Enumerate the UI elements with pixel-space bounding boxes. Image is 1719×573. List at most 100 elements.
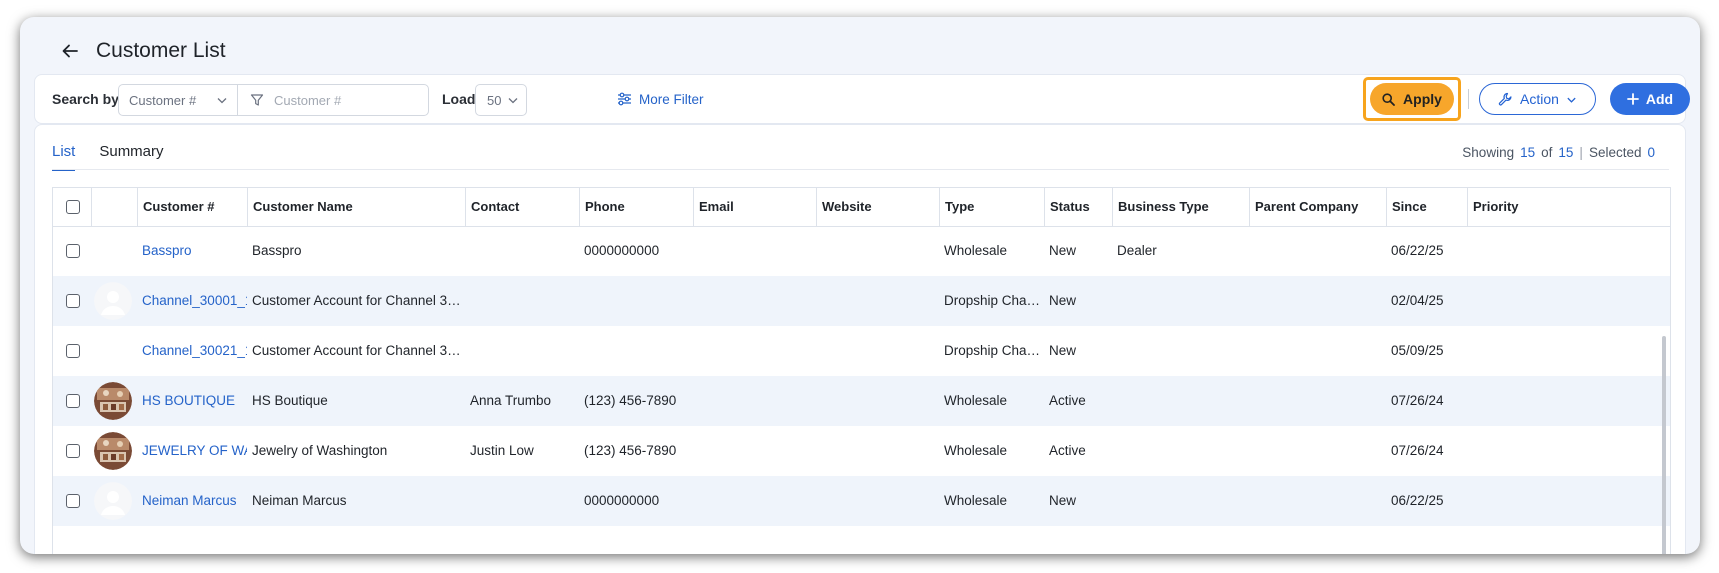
cell-email bbox=[693, 476, 816, 526]
record-counts: Showing 15 of 15 | Selected 0 bbox=[1462, 145, 1655, 160]
cell-website bbox=[816, 326, 939, 376]
chevron-down-icon bbox=[1567, 97, 1576, 103]
sliders-icon bbox=[618, 92, 631, 106]
customer-number-link[interactable]: Neiman Marcus bbox=[137, 476, 247, 526]
cell-status: New bbox=[1049, 293, 1077, 308]
customer-number-link[interactable]: Channel_30021_1C bbox=[137, 326, 247, 376]
customer-number-link[interactable]: Basspro bbox=[137, 226, 247, 276]
avatar-placeholder-icon bbox=[94, 282, 132, 320]
cell-email bbox=[693, 226, 816, 276]
column-header-phone[interactable]: Phone bbox=[579, 188, 693, 226]
row-checkbox[interactable] bbox=[66, 494, 80, 508]
avatar-placeholder-icon bbox=[94, 482, 132, 520]
load-select[interactable]: 50 bbox=[475, 84, 527, 116]
row-checkbox[interactable] bbox=[66, 344, 80, 358]
showing-count: 15 bbox=[1520, 145, 1536, 160]
header-avatar-cell bbox=[91, 188, 137, 226]
cell-contact: Justin Low bbox=[470, 443, 534, 458]
cell-priority bbox=[1467, 376, 1533, 426]
cell-business-type bbox=[1112, 476, 1249, 526]
cell-customer-name: Neiman Marcus bbox=[252, 493, 347, 508]
cell-phone: 0000000000 bbox=[584, 243, 660, 258]
tab-divider bbox=[52, 169, 1669, 170]
column-header-contact[interactable]: Contact bbox=[465, 188, 579, 226]
cell-since: 02/04/25 bbox=[1391, 293, 1444, 308]
apply-button[interactable]: Apply bbox=[1370, 83, 1454, 115]
table-header: Customer # Customer Name Contact Phone Email… bbox=[53, 188, 1670, 227]
cell-type: Wholesale bbox=[944, 493, 1008, 508]
cell-email bbox=[693, 426, 816, 476]
cell-business-type bbox=[1112, 326, 1249, 376]
cell-customer-name: Customer Account for Channel 300... bbox=[252, 343, 465, 358]
column-header-email[interactable]: Email bbox=[693, 188, 816, 226]
cell-website bbox=[816, 276, 939, 326]
cell-contact: Anna Trumbo bbox=[470, 393, 552, 408]
toolbar-divider bbox=[1468, 89, 1469, 109]
select-all-checkbox[interactable] bbox=[66, 200, 80, 214]
customer-table: Customer # Customer Name Contact Phone Email… bbox=[52, 187, 1671, 554]
column-header-customer-no[interactable]: Customer # bbox=[137, 188, 247, 226]
cell-website bbox=[816, 376, 939, 426]
total-count: 15 bbox=[1558, 145, 1574, 160]
cell-contact bbox=[465, 476, 579, 526]
tab-summary[interactable]: Summary bbox=[99, 143, 163, 171]
cell-business-type bbox=[1112, 426, 1249, 476]
cell-parent-company bbox=[1249, 426, 1386, 476]
cell-parent-company bbox=[1249, 376, 1386, 426]
more-filter-button[interactable]: More Filter bbox=[617, 75, 704, 123]
table-row[interactable]: JEWELRY OF WA Jewelry of Washington Justin… bbox=[53, 426, 1670, 476]
cell-priority bbox=[1467, 326, 1533, 376]
row-checkbox[interactable] bbox=[66, 244, 80, 258]
cell-business-type bbox=[1112, 276, 1249, 326]
cell-phone bbox=[579, 326, 693, 376]
column-header-since[interactable]: Since bbox=[1386, 188, 1467, 226]
row-checkbox[interactable] bbox=[66, 444, 80, 458]
customer-number-link[interactable]: Channel_30001_1C bbox=[137, 276, 247, 326]
table-row[interactable]: Neiman Marcus Neiman Marcus 0000000000 Whol… bbox=[53, 476, 1670, 526]
customer-photo bbox=[94, 432, 132, 470]
cell-parent-company bbox=[1249, 326, 1386, 376]
customer-number-link[interactable]: HS BOUTIQUE bbox=[137, 376, 247, 426]
column-header-customer-name[interactable]: Customer Name bbox=[247, 188, 465, 226]
cell-parent-company bbox=[1249, 476, 1386, 526]
tab-list[interactable]: List bbox=[52, 143, 76, 171]
customer-number-link[interactable]: JEWELRY OF WA bbox=[137, 426, 247, 476]
cell-since: 05/09/25 bbox=[1391, 343, 1444, 358]
table-row[interactable]: Channel_30001_1C Customer Account for Cha… bbox=[53, 276, 1670, 326]
page-title: Customer List bbox=[96, 39, 226, 62]
cell-contact bbox=[465, 326, 579, 376]
table-row[interactable]: HS BOUTIQUE HS Boutique Anna Trumbo (123) 4… bbox=[53, 376, 1670, 426]
search-field-select[interactable]: Customer # bbox=[118, 84, 238, 116]
column-header-website[interactable]: Website bbox=[816, 188, 939, 226]
row-checkbox[interactable] bbox=[66, 394, 80, 408]
column-header-parent-company[interactable]: Parent Company bbox=[1249, 188, 1386, 226]
cell-status: Active bbox=[1049, 393, 1086, 408]
vertical-scrollbar[interactable] bbox=[1662, 336, 1666, 554]
counts-divider: | bbox=[1579, 145, 1583, 160]
apply-label: Apply bbox=[1403, 91, 1442, 107]
cell-website bbox=[816, 426, 939, 476]
cell-customer-name: HS Boutique bbox=[252, 393, 328, 408]
column-header-type[interactable]: Type bbox=[939, 188, 1044, 226]
selected-count: 0 bbox=[1647, 145, 1655, 160]
table-row[interactable]: Channel_30021_1C Customer Account for Cha… bbox=[53, 326, 1670, 376]
column-header-status[interactable]: Status bbox=[1044, 188, 1112, 226]
search-input[interactable]: Customer # bbox=[237, 84, 429, 116]
action-button[interactable]: Action bbox=[1479, 83, 1596, 115]
column-header-business-type[interactable]: Business Type bbox=[1112, 188, 1249, 226]
view-tabs: List Summary bbox=[52, 143, 164, 171]
cell-business-type bbox=[1112, 376, 1249, 426]
search-field-value: Customer # bbox=[129, 92, 197, 108]
filter-icon bbox=[250, 94, 264, 106]
cell-customer-name: Basspro bbox=[252, 243, 302, 258]
add-button[interactable]: Add bbox=[1610, 83, 1690, 115]
header-select-cell bbox=[53, 188, 91, 226]
row-checkbox[interactable] bbox=[66, 294, 80, 308]
back-arrow-icon[interactable] bbox=[56, 37, 84, 65]
more-filter-label: More Filter bbox=[639, 91, 704, 107]
table-row[interactable]: Basspro Basspro 0000000000 Wholesale New Deal… bbox=[53, 226, 1670, 276]
load-value: 50 bbox=[487, 92, 502, 108]
cell-type: Wholesale bbox=[944, 443, 1008, 458]
column-header-priority[interactable]: Priority bbox=[1467, 188, 1533, 226]
cell-email bbox=[693, 326, 816, 376]
